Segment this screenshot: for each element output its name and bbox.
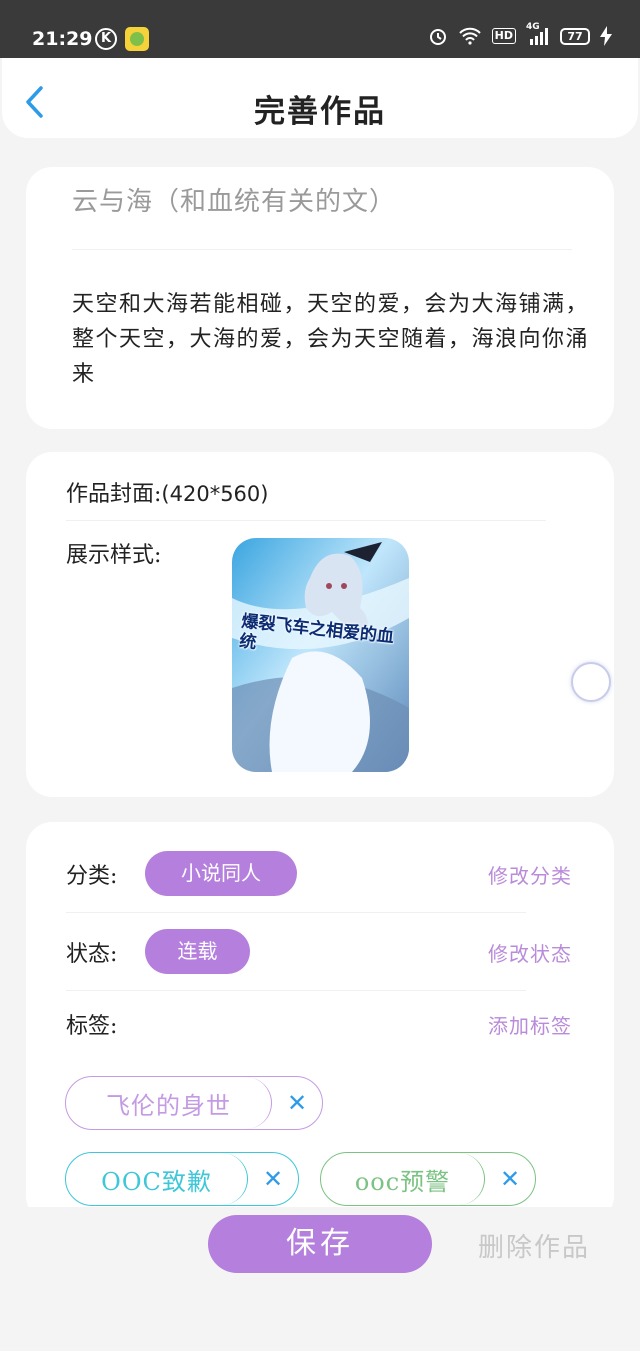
work-description-input[interactable]: 天空和大海若能相碰，天空的爱，会为大海铺满，整个天空，大海的爱，会为天空随着，海… (72, 287, 592, 392)
cover-card: 作品封面:(420*560) 展示样式: 爆裂飞车之相爱的血统 (26, 452, 614, 797)
notification-app-icon (125, 27, 149, 51)
alarm-icon (429, 29, 446, 45)
delete-work-button[interactable]: 删除作品 (478, 1227, 590, 1264)
remove-tag-icon[interactable]: ✕ (248, 1165, 298, 1193)
divider (72, 249, 572, 250)
status-badge: 连载 (145, 929, 250, 974)
charging-icon (600, 26, 612, 46)
remove-tag-icon[interactable]: ✕ (485, 1165, 535, 1193)
display-style-label: 展示样式: (66, 543, 162, 568)
page-title: 完善作品 (254, 94, 386, 130)
hd-icon: HD (491, 28, 516, 44)
remove-tag-icon[interactable]: ✕ (272, 1089, 322, 1117)
battery-icon: 77 (560, 27, 590, 45)
save-button[interactable]: 保存 (208, 1215, 432, 1273)
cover-label-text: 作品封面: (66, 482, 162, 507)
divider (66, 912, 526, 913)
cover-size: (420*560) (161, 482, 269, 506)
meta-card: 分类: 小说同人 修改分类 状态: 连载 修改状态 标签: 添加标签 飞伦的身世… (26, 822, 614, 1222)
status-label: 状态: (66, 942, 118, 967)
status-bar: 21:29 K HD 4G 77 (0, 0, 640, 58)
signal-icon: 4G (526, 22, 550, 45)
status-icons: HD 4G 77 (428, 22, 612, 46)
category-label: 分类: (66, 864, 118, 889)
cover-image[interactable]: 爆裂飞车之相爱的血统 (232, 538, 409, 772)
tag-chip: OOC致歉 ✕ (65, 1152, 299, 1206)
edit-status-link[interactable]: 修改状态 (488, 938, 572, 967)
nav-bar: 完善作品 (2, 58, 638, 138)
tag-label[interactable]: ooc预警 (321, 1153, 485, 1205)
cover-label: 作品封面:(420*560) (66, 476, 268, 508)
edit-category-link[interactable]: 修改分类 (488, 860, 572, 889)
work-title-input[interactable]: 云与海（和血统有关的文） (72, 181, 396, 218)
tags-label: 标签: (66, 1014, 118, 1039)
category-badge: 小说同人 (145, 851, 297, 896)
divider (66, 990, 526, 991)
status-time: 21:29 (32, 28, 93, 50)
divider (66, 520, 546, 521)
add-tag-link[interactable]: 添加标签 (488, 1010, 572, 1039)
tag-chip: ooc预警 ✕ (320, 1152, 536, 1206)
k-app-icon: K (95, 28, 117, 50)
bottom-action-bar: 保存 删除作品 (0, 1207, 640, 1351)
tag-label[interactable]: 飞伦的身世 (66, 1077, 272, 1129)
wifi-icon (458, 27, 481, 45)
style-radio-button[interactable] (571, 662, 611, 702)
work-info-card: 云与海（和血统有关的文） 天空和大海若能相碰，天空的爱，会为大海铺满，整个天空，… (26, 167, 614, 429)
tag-label[interactable]: OOC致歉 (66, 1153, 248, 1205)
tag-chip: 飞伦的身世 ✕ (65, 1076, 323, 1130)
